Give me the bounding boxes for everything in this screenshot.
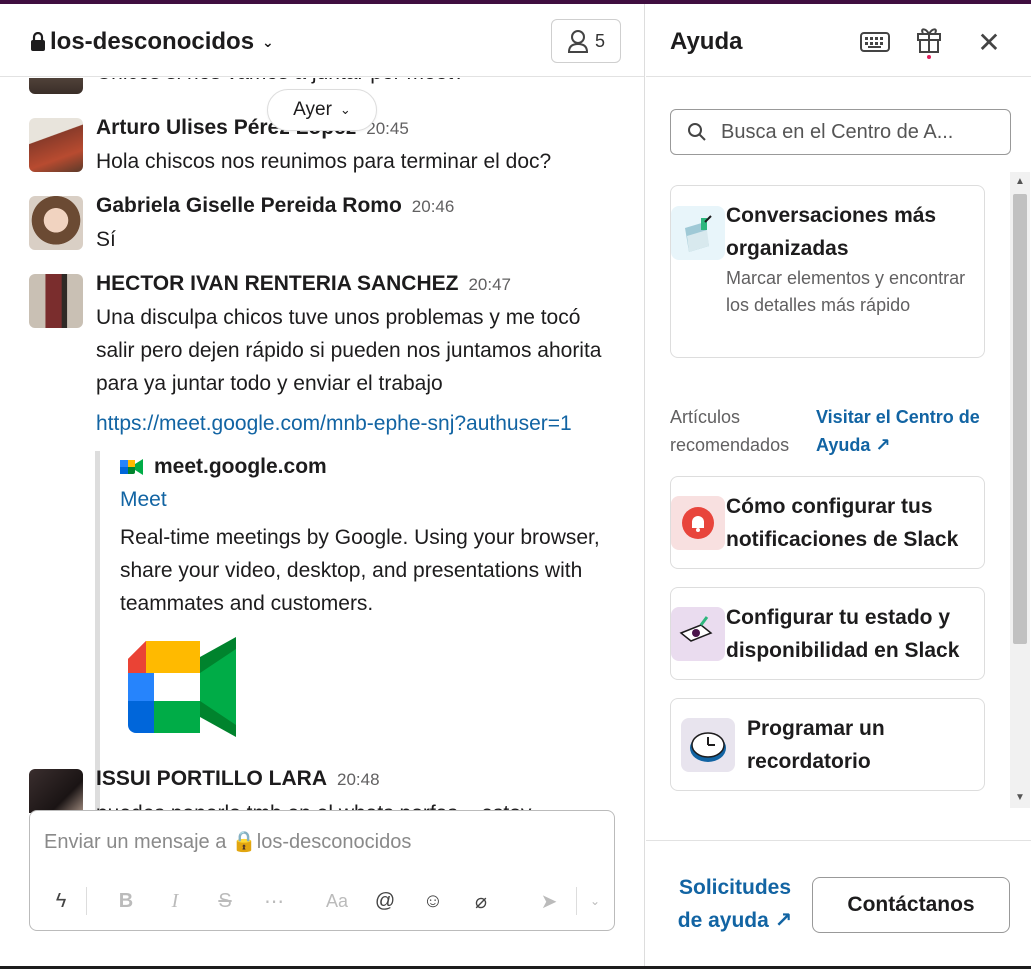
google-meet-icon: [120, 459, 143, 475]
search-placeholder: Busca en el Centro de A...: [721, 120, 954, 143]
avatar[interactable]: [29, 769, 83, 813]
attach-paperclip-icon[interactable]: ⌀: [466, 881, 496, 921]
emoji-icon[interactable]: ☺: [418, 881, 448, 921]
help-search-input[interactable]: Busca en el Centro de A...: [670, 109, 1011, 155]
members-button[interactable]: 5: [551, 19, 621, 63]
help-header: Ayuda ✕: [646, 4, 1031, 77]
composer-placeholder[interactable]: Enviar un mensaje a 🔒los-desconocidos: [44, 829, 411, 854]
clock-reminder-icon: [681, 718, 735, 772]
message-text: Chicos si nos vamos a juntar por meet?: [96, 78, 616, 89]
feature-card[interactable]: Conversaciones más organizadas Marcar el…: [670, 185, 985, 358]
day-divider-button[interactable]: Ayer ⌄: [267, 89, 377, 131]
feature-title: Conversaciones más organizadas: [726, 204, 937, 260]
divider: [86, 887, 87, 915]
shortcuts-lightning-icon[interactable]: ϟ: [46, 881, 76, 921]
composer-toolbar: ϟ B I S ⋯ Aa @ ☺ ⌀ ➤ ⌄: [30, 881, 616, 921]
bold-icon[interactable]: B: [111, 881, 141, 921]
italic-icon[interactable]: I: [160, 881, 190, 921]
message-author[interactable]: ISSUI PORTILLO LARA 20:48: [96, 767, 380, 791]
mention-icon[interactable]: @: [370, 881, 400, 921]
help-requests-link[interactable]: Solicitudes de ayuda ↗: [670, 871, 800, 937]
message-text: Una disculpa chicos tuve unos problemas …: [96, 306, 602, 395]
article-title: Programar un recordatorio: [747, 717, 885, 773]
author-name[interactable]: ISSUI PORTILLO LARA: [96, 767, 327, 790]
day-divider-label: Ayer: [293, 99, 332, 120]
preview-title-link[interactable]: Meet: [120, 488, 167, 512]
visit-help-center-link[interactable]: Visitar el Centro de Ayuda ↗: [816, 403, 996, 459]
contact-button[interactable]: Contáctanos: [812, 877, 1010, 933]
channel-header: los-desconocidos ⌄ 5: [0, 4, 644, 77]
message-time[interactable]: 20:47: [468, 275, 511, 294]
message-text: Sí: [96, 228, 116, 251]
article-card[interactable]: Cómo configurar tus notificaciones de Sl…: [670, 476, 985, 569]
channel-name-button[interactable]: los-desconocidos ⌄: [30, 28, 274, 56]
help-scrollbar[interactable]: ▲ ▼: [1010, 172, 1030, 808]
chevron-down-icon: ⌄: [339, 102, 351, 117]
article-title: Configurar tu estado y disponibilidad en…: [726, 606, 960, 662]
avatar[interactable]: [29, 274, 83, 328]
help-content[interactable]: Conversaciones más organizadas Marcar el…: [646, 159, 1031, 809]
chevron-down-icon: ⌄: [262, 33, 274, 50]
text-format-icon[interactable]: Aa: [322, 881, 352, 921]
message-author[interactable]: HECTOR IVAN RENTERIA SANCHEZ 20:47: [96, 272, 511, 296]
notification-bell-icon: [671, 496, 725, 550]
recommended-label: Artículos recomendados: [670, 407, 790, 455]
strikethrough-icon[interactable]: S: [210, 881, 240, 921]
message-time[interactable]: 20:46: [412, 197, 455, 216]
lock-icon: [31, 32, 45, 51]
article-title: Cómo configurar tus notificaciones de Sl…: [726, 495, 959, 551]
message-link[interactable]: https://meet.google.com/mnb-ephe-snj?aut…: [96, 412, 572, 436]
divider: [576, 887, 577, 915]
channel-pane: los-desconocidos ⌄ 5 Ayer ⌄ Chicos si no…: [0, 4, 645, 966]
author-name[interactable]: HECTOR IVAN RENTERIA SANCHEZ: [96, 272, 458, 295]
close-icon[interactable]: ✕: [971, 24, 1007, 60]
channel-name: los-desconocidos: [50, 28, 255, 55]
scrollbar-thumb[interactable]: [1013, 194, 1027, 644]
preview-site: meet.google.com: [120, 455, 327, 479]
article-card[interactable]: Programar un recordatorio: [670, 698, 985, 791]
article-card[interactable]: Configurar tu estado y disponibilidad en…: [670, 587, 985, 680]
scroll-down-arrow-icon[interactable]: ▼: [1014, 792, 1026, 804]
preview-description: Real-time meetings by Google. Using your…: [120, 526, 600, 615]
message-time[interactable]: 20:48: [337, 770, 380, 789]
scroll-up-arrow-icon[interactable]: ▲: [1014, 176, 1026, 188]
help-panel: Ayuda ✕ Busca en el Centro de A... Conve…: [646, 4, 1031, 966]
send-options-chevron-icon[interactable]: ⌄: [580, 881, 610, 921]
message-author[interactable]: Gabriela Giselle Pereida Romo 20:46: [96, 194, 454, 218]
bookmark-folder-icon: [671, 206, 725, 260]
google-meet-logo[interactable]: [124, 637, 240, 737]
message-composer[interactable]: Enviar un mensaje a 🔒los-desconocidos ϟ …: [29, 810, 615, 931]
feature-subtitle: Marcar elementos y encontrar los detalle…: [726, 268, 966, 315]
preview-site-name: meet.google.com: [154, 455, 327, 478]
send-icon[interactable]: ➤: [534, 881, 564, 921]
person-icon: [567, 30, 588, 53]
message-list[interactable]: Chicos si nos vamos a juntar por meet? A…: [0, 78, 644, 813]
avatar[interactable]: [29, 78, 83, 94]
help-footer: Solicitudes de ayuda ↗ Contáctanos: [646, 840, 1031, 966]
link-preview: meet.google.com Meet Real-time meetings …: [95, 451, 605, 813]
message-text: Hola chiscos nos reunimos para terminar …: [96, 150, 552, 173]
search-icon: [688, 123, 706, 141]
keyboard-icon[interactable]: [857, 24, 893, 60]
more-formatting-icon[interactable]: ⋯: [259, 881, 289, 921]
avatar[interactable]: [29, 196, 83, 250]
avatar[interactable]: [29, 118, 83, 172]
status-icon: [671, 607, 725, 661]
gift-icon[interactable]: [911, 24, 947, 60]
help-title: Ayuda: [670, 28, 743, 55]
member-count: 5: [594, 30, 605, 51]
author-name[interactable]: Gabriela Giselle Pereida Romo: [96, 194, 402, 217]
